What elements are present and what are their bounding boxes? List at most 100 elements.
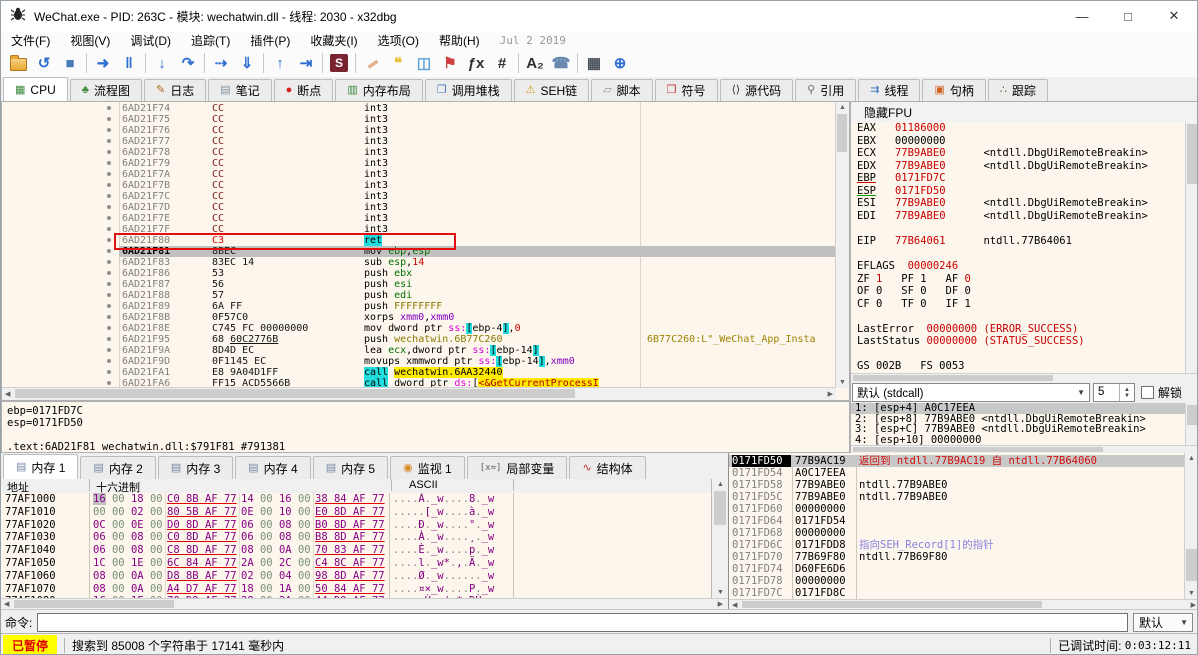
- menu-item[interactable]: 帮助(H): [429, 31, 490, 49]
- register-line[interactable]: OF 0 SF 0 DF 0: [851, 285, 1186, 298]
- tab-脚本[interactable]: ▱脚本: [591, 79, 652, 101]
- disasm-row[interactable]: 6AD21F7BCCint3: [2, 180, 836, 191]
- tab-笔记[interactable]: ▤笔记: [208, 79, 271, 101]
- comment-icon[interactable]: ❝: [385, 51, 411, 75]
- disasm-row[interactable]: 6AD21F7ECCint3: [2, 213, 836, 224]
- breakpoint-dot[interactable]: [107, 304, 111, 308]
- function-icon[interactable]: ƒx: [463, 51, 489, 75]
- tab-句柄[interactable]: ▣句柄: [922, 79, 985, 101]
- breakpoint-dot[interactable]: [107, 326, 111, 330]
- breakpoint-dot[interactable]: [107, 227, 111, 231]
- stack-row[interactable]: 0171FD640171FD54: [729, 515, 1185, 527]
- step-into-icon[interactable]: ↓: [149, 51, 175, 75]
- memory-row[interactable]: 77AF100016 00 18 00C0 8B AF 7714 00 16 0…: [1, 493, 711, 506]
- disasm-row[interactable]: 6AD21F9A8D4D EClea ecx,dword ptr ss:[ebp…: [2, 345, 836, 356]
- scroll-right-arrow[interactable]: ▶: [1191, 602, 1196, 609]
- disasm-row[interactable]: 6AD21F8383EC 14sub esp,14: [2, 257, 836, 268]
- tab-局部变量[interactable]: [x=]局部变量: [467, 456, 568, 479]
- scrollbar-thumb[interactable]: [14, 600, 174, 608]
- stack-row[interactable]: 0171FD6000000000: [729, 503, 1185, 515]
- stack-row[interactable]: 0171FD5877B9ABE0ntdll.77B9ABE0: [729, 479, 1185, 491]
- label-icon[interactable]: ◫: [411, 51, 437, 75]
- scrollbar-thumb[interactable]: [714, 491, 726, 525]
- register-line[interactable]: GS 002B FS 0053: [851, 360, 1186, 373]
- breakpoint-dot[interactable]: [107, 128, 111, 132]
- memory-row[interactable]: 77AF103006 00 08 00C0 8D AF 7706 00 08 0…: [1, 531, 711, 544]
- stack-row[interactable]: 0171FD7C0171FD8C: [729, 587, 1185, 599]
- disasm-row[interactable]: 6AD21F79CCint3: [2, 158, 836, 169]
- scroll-left-arrow[interactable]: ◀: [5, 391, 10, 398]
- stack-row[interactable]: 0171FD7800000000: [729, 575, 1185, 587]
- pause-icon[interactable]: ‖: [116, 51, 142, 75]
- scroll-up-arrow[interactable]: ▲: [717, 481, 724, 488]
- disasm-row[interactable]: 6AD21FA1E8 9A04D1FFcall wechatwin.6AA324…: [2, 367, 836, 378]
- tab-内存 2[interactable]: ▤内存 2: [80, 456, 155, 479]
- registers-vertical-scrollbar[interactable]: [1185, 122, 1198, 373]
- disasm-row[interactable]: 6AD21F77CCint3: [2, 136, 836, 147]
- memory-row[interactable]: 77AF101000 00 02 0080 5B AF 770E 00 10 0…: [1, 506, 711, 519]
- stack-row[interactable]: 0171FD7077B69F80ntdll.77B69F80: [729, 551, 1185, 563]
- scrollbar-thumb[interactable]: [837, 114, 847, 152]
- breakpoint-dot[interactable]: [107, 249, 111, 253]
- tab-引用[interactable]: ⚲引用: [795, 79, 856, 101]
- register-line[interactable]: [851, 247, 1186, 260]
- scrollbar-thumb[interactable]: [15, 389, 575, 398]
- breakpoint-dot[interactable]: [107, 381, 111, 385]
- scrollbar-thumb[interactable]: [1186, 549, 1197, 581]
- breakpoint-dot[interactable]: [107, 117, 111, 121]
- register-line[interactable]: EIP 77B64061 ntdll.77B64061: [851, 235, 1186, 248]
- breakpoint-dot[interactable]: [107, 315, 111, 319]
- breakpoint-dot[interactable]: [107, 337, 111, 341]
- scroll-right-arrow[interactable]: ▶: [718, 601, 723, 608]
- disasm-row[interactable]: 6AD21F9D0F1145 ECmovups xmmword ptr ss:[…: [2, 356, 836, 367]
- hide-fpu-button[interactable]: 隐藏FPU: [851, 102, 1198, 123]
- disasm-row[interactable]: 6AD21F896A FFpush FFFFFFFF: [2, 301, 836, 312]
- memory-row[interactable]: 77AF107008 00 0A 00A4 D7 AF 7718 00 1A 0…: [1, 583, 711, 596]
- register-line[interactable]: ZF 1 PF 1 AF 0: [851, 273, 1186, 286]
- step-out-icon[interactable]: ↑: [267, 51, 293, 75]
- menu-item[interactable]: 追踪(T): [181, 31, 240, 49]
- scroll-up-arrow[interactable]: ▲: [839, 104, 846, 111]
- disasm-row[interactable]: 6AD21F7ACCint3: [2, 169, 836, 180]
- restart-icon[interactable]: ↺: [31, 51, 57, 75]
- stack-row[interactable]: 0171FD5077B9AC19返回到 ntdll.77B9AC19 自 ntd…: [729, 455, 1185, 467]
- scroll-down-arrow[interactable]: ▼: [839, 379, 846, 386]
- scroll-right-arrow[interactable]: ▶: [828, 391, 833, 398]
- az-icon[interactable]: A₂: [522, 51, 548, 75]
- disasm-horizontal-scrollbar[interactable]: ◀ ▶: [2, 387, 836, 400]
- breakpoint-dot[interactable]: [107, 238, 111, 242]
- memory-row[interactable]: 77AF10200C 00 0E 00D0 8D AF 7706 00 08 0…: [1, 519, 711, 532]
- tab-流程图[interactable]: ♣流程图: [70, 79, 142, 101]
- register-line[interactable]: ESP 0171FD50: [851, 185, 1186, 198]
- step-over-icon[interactable]: ↷: [175, 51, 201, 75]
- argument-row[interactable]: 1: [esp+4] A0C17EEA: [851, 403, 1186, 414]
- memory-row[interactable]: 77AF10501C 00 1E 006C 84 AF 772A 00 2C 0…: [1, 557, 711, 570]
- disasm-row[interactable]: 6AD21F8857push edi: [2, 290, 836, 301]
- maximize-button[interactable]: □: [1105, 1, 1151, 31]
- register-line[interactable]: LastError 00000000 (ERROR_SUCCESS): [851, 323, 1186, 336]
- register-line[interactable]: [851, 310, 1186, 323]
- tab-跟踪[interactable]: ∴跟踪: [988, 79, 1048, 101]
- menu-item[interactable]: 文件(F): [1, 31, 60, 49]
- register-line[interactable]: ECX 77B9ABE0 <ntdll.DbgUiRemoteBreakin>: [851, 147, 1186, 160]
- disasm-row[interactable]: 6AD21F78CCint3: [2, 147, 836, 158]
- menu-item[interactable]: 选项(O): [368, 31, 429, 49]
- register-line[interactable]: EAX 01186000: [851, 122, 1186, 135]
- patch-icon[interactable]: ▬: [359, 51, 385, 75]
- scrollbar-thumb[interactable]: [742, 601, 1042, 608]
- bookmark-icon[interactable]: ⚑: [437, 51, 463, 75]
- breakpoint-dot[interactable]: [107, 359, 111, 363]
- tab-线程[interactable]: ⇉线程: [858, 79, 920, 101]
- command-input[interactable]: [37, 613, 1128, 632]
- stack-row[interactable]: 0171FD6800000000: [729, 527, 1185, 539]
- calculator-icon[interactable]: ▦: [581, 51, 607, 75]
- memory-row[interactable]: 77AF104006 00 08 00C8 8D AF 7708 00 0A 0…: [1, 544, 711, 557]
- string-references-icon[interactable]: #: [489, 51, 515, 75]
- tab-结构体[interactable]: ∿结构体: [569, 456, 645, 479]
- stack-row[interactable]: 0171FD54A0C17EEA: [729, 467, 1185, 479]
- breakpoint-dot[interactable]: [107, 348, 111, 352]
- run-icon[interactable]: ➜: [90, 51, 116, 75]
- stack-row[interactable]: 0171FD5C77B9ABE0ntdll.77B9ABE0: [729, 491, 1185, 503]
- disasm-row[interactable]: 6AD21F8EC745 FC 00000000mov dword ptr ss…: [2, 323, 836, 334]
- scrollbar-thumb[interactable]: [853, 375, 1053, 381]
